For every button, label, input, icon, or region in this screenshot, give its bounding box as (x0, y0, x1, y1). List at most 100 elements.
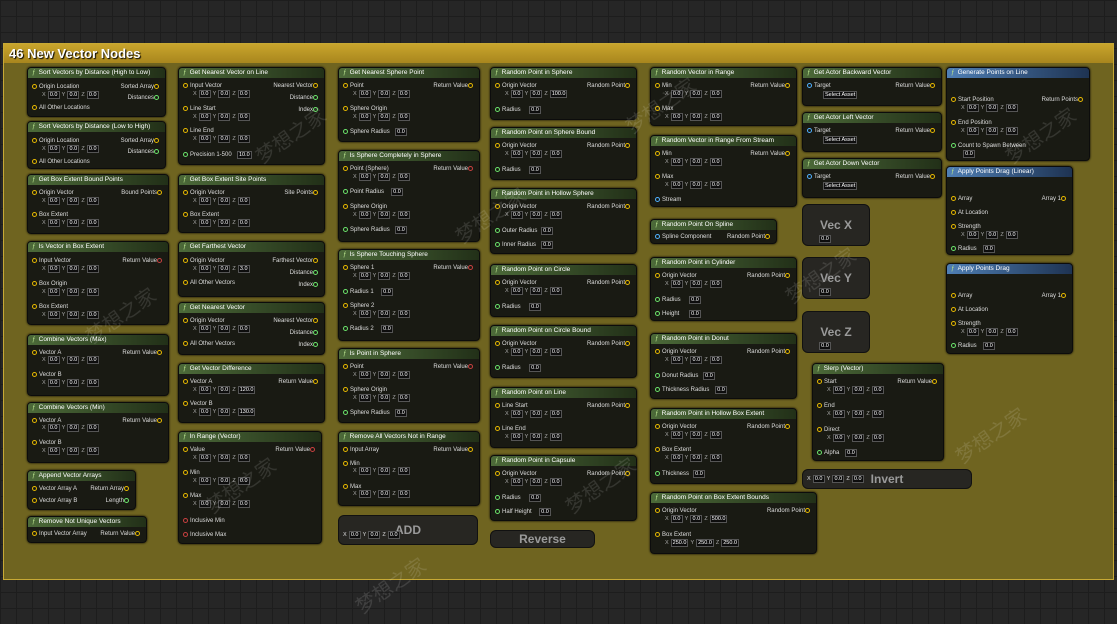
node-vecy[interactable]: Vec Y 0.0 (802, 257, 870, 299)
vector-input[interactable]: X 0.0 Y 0.0 Z 0.0 (665, 181, 724, 189)
pin-a[interactable]: Vector A (183, 378, 212, 386)
node-sort_high_low[interactable]: ƒ Sort Vectors by Distance (High to Low) O… (27, 67, 166, 117)
axis-value-field[interactable]: 0.0 (198, 386, 211, 394)
vector-input[interactable]: X 0.0 Y 0.0 Z 0.0 (42, 265, 101, 273)
pin-connector-icon[interactable] (32, 158, 37, 164)
float-input[interactable]: 0.0 (393, 226, 409, 234)
pin-ret[interactable]: Return Value (122, 417, 164, 425)
pin-ret[interactable]: Random Point (587, 142, 632, 150)
pin-connector-icon[interactable] (32, 417, 37, 423)
axis-value-field[interactable]: 0.0 (670, 431, 683, 439)
pin-connector-icon[interactable] (343, 302, 348, 308)
pin-s2[interactable]: Sphere 2 (343, 302, 374, 310)
axis-value-field[interactable]: 0.0 (986, 231, 999, 239)
pin-connector-icon[interactable] (655, 348, 660, 354)
axis-value-field[interactable]: 0.0 (690, 181, 703, 189)
comment-title[interactable]: 46 New Vector Nodes (4, 44, 1113, 63)
axis-value-field[interactable]: 0.0 (549, 433, 562, 441)
axis-value-field[interactable]: 0.0 (237, 90, 250, 98)
float-input[interactable]: 0.0 (379, 325, 395, 333)
pin-connector-icon[interactable] (495, 241, 500, 247)
float-field[interactable]: 0.0 (391, 188, 403, 196)
axis-value-field[interactable]: 0.0 (690, 431, 703, 439)
axis-value-field[interactable]: 0.0 (86, 288, 99, 296)
vector-input[interactable]: X 0.0 Y 0.0 Z 0.0 (193, 90, 252, 98)
axis-value-field[interactable]: 0.0 (397, 394, 410, 402)
pin-connector-icon[interactable] (343, 460, 348, 466)
vector-input[interactable]: X 0.0 Y 0.0 Z 0.0 (42, 311, 101, 319)
vector-input[interactable]: X 0.0 Y 0.0 Z 0.0 (505, 410, 564, 418)
pin-connector-icon[interactable] (655, 196, 660, 202)
pin-origin[interactable]: Origin Location (32, 137, 79, 145)
pin-connector-icon[interactable] (951, 96, 956, 102)
pin-connector-icon[interactable] (32, 530, 37, 536)
pin-ret[interactable]: Return Value (750, 150, 792, 158)
axis-value-field[interactable]: 0.0 (198, 454, 211, 462)
vector-input[interactable]: X 0.0 Y 0.0 Z 0.0 (193, 197, 252, 205)
axis-value-field[interactable]: 0.0 (47, 145, 60, 153)
axis-value-field[interactable]: 0.0 (510, 478, 523, 486)
pin-connector-icon[interactable] (154, 137, 159, 143)
node-point_in_sphere[interactable]: ƒ Is Point in Sphere Point X 0.0 Y 0.0 Z 0.0 Retu… (338, 348, 480, 423)
pin-outer[interactable]: Outer Radius (495, 227, 537, 235)
vector-input[interactable]: X 0.0 Y 0.0 Z 3.0 (193, 265, 252, 273)
pin-radius[interactable]: Radius (951, 245, 977, 253)
axis-value-field[interactable]: 0.0 (237, 113, 250, 121)
pin-connector-icon[interactable] (32, 257, 37, 263)
axis-value-field[interactable]: 0.0 (690, 158, 703, 166)
pin-index[interactable]: Index (298, 281, 320, 289)
pin-connector-icon[interactable] (183, 211, 188, 217)
pin-connector-icon[interactable] (807, 127, 812, 133)
axis-value-field[interactable]: 0.0 (198, 500, 211, 508)
pin-connector-icon[interactable] (343, 188, 348, 194)
pin-connector-icon[interactable] (655, 507, 660, 513)
pin-connector-icon[interactable] (930, 127, 935, 133)
axis-value-field[interactable]: 0.0 (670, 280, 683, 288)
pin-others[interactable]: All Other Locations (32, 104, 90, 112)
float-input[interactable]: 0.0 (537, 508, 553, 516)
pin-connector-icon[interactable] (32, 137, 37, 143)
pin-strength[interactable]: Strength (951, 320, 981, 328)
pin-input[interactable]: Input Vector (183, 82, 222, 90)
pin-connector-icon[interactable] (183, 492, 188, 498)
axis-value-field[interactable]: 0.0 (198, 265, 211, 273)
node-gen_line[interactable]: ƒ Generate Points on Line Start Position X 0… (946, 67, 1090, 161)
pin-value[interactable]: Value (183, 446, 205, 454)
pin-origin[interactable]: Origin Vector (183, 317, 225, 325)
axis-value-field[interactable]: 0.0 (378, 310, 391, 318)
node-slerp[interactable]: ƒ Slerp (Vector) Start X 0.0 Y 0.0 Z 0.0 Return V… (812, 363, 944, 461)
pin-origin[interactable]: Origin Vector (32, 189, 74, 197)
pin-connector-icon[interactable] (157, 257, 162, 263)
vector-input[interactable]: X 0.0 Y 0.0 Z 0.0 (505, 287, 564, 295)
vector-input[interactable]: X 0.0 Y 0.0 Z 130.0 (193, 408, 257, 416)
pin-origin[interactable]: Origin Location (32, 83, 79, 91)
float-input[interactable]: 0.0 (527, 364, 543, 372)
pin-extent[interactable]: Box Extent (655, 446, 691, 454)
pin-connector-icon[interactable] (495, 142, 500, 148)
axis-value-field[interactable]: 0.0 (812, 475, 825, 483)
axis-value-field[interactable]: 0.0 (670, 356, 683, 364)
axis-value-field[interactable]: 0.0 (871, 386, 884, 394)
vector-input[interactable]: X 0.0 Y 0.0 Z 0.0 (505, 150, 564, 158)
node-farthest[interactable]: ƒ Get Farthest Vector Origin Vector X 0.0 Y 0.… (178, 241, 325, 297)
pin-connector-icon[interactable] (468, 363, 473, 369)
pin-connector-icon[interactable] (495, 340, 500, 346)
pin-connector-icon[interactable] (32, 83, 37, 89)
vector-input[interactable]: X 0.0 Y 0.0 Z 0.0 (665, 90, 724, 98)
node-left[interactable]: ƒ Get Actor Left Vector Target Return Value… (802, 112, 942, 152)
pin-connector-icon[interactable] (310, 446, 315, 452)
axis-value-field[interactable]: 0.0 (690, 356, 703, 364)
pin-connector-icon[interactable] (183, 378, 188, 384)
float-field[interactable]: 0.0 (381, 325, 393, 333)
pin-connector-icon[interactable] (32, 303, 37, 309)
axis-value-field[interactable]: 0.0 (1005, 328, 1018, 336)
float-field[interactable]: 0.0 (529, 106, 541, 114)
pin-alpha[interactable]: Alpha (817, 449, 839, 457)
axis-value-field[interactable]: 130.0 (237, 408, 256, 416)
float-input[interactable]: 0.0 (527, 303, 543, 311)
pin-ret[interactable]: Random Point (767, 507, 812, 515)
node-down[interactable]: ƒ Get Actor Down Vector Target Return Value… (802, 158, 942, 198)
node-rp_sphere[interactable]: ƒ Random Point in Sphere Origin Vector X 0.0… (490, 67, 637, 120)
axis-value-field[interactable]: 0.0 (67, 197, 80, 205)
node-in_box[interactable]: ƒ Is Vector in Box Extent Input Vector X 0.0… (27, 241, 169, 325)
